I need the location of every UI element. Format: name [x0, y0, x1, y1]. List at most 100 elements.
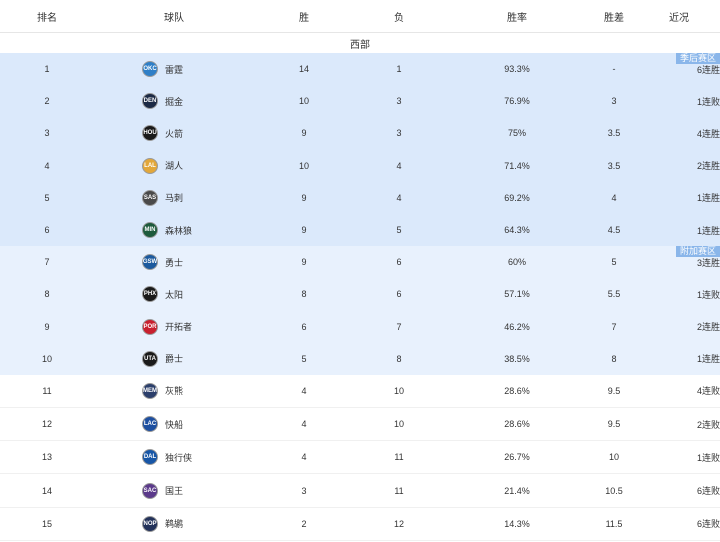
streak-cell: 6连败 — [696, 519, 720, 530]
win-pct-cell: 26.7% — [504, 452, 530, 463]
team-cell[interactable]: POR 开拓者 — [94, 318, 254, 335]
table-row[interactable]: 3 HOU 火箭 9 3 75% 3.5 4连胜 — [0, 117, 720, 150]
losses-cell: 12 — [393, 518, 404, 529]
team-name: 独行侠 — [165, 452, 193, 463]
rank-cell: 15 — [41, 518, 52, 529]
team-logo-icon: OKC — [142, 61, 158, 78]
losses-cell: 6 — [396, 257, 402, 268]
header-win-pct: 胜率 — [507, 12, 527, 24]
win-pct-cell: 21.4% — [504, 485, 530, 496]
wins-cell: 9 — [301, 192, 307, 203]
table-row[interactable]: 9 POR 开拓者 6 7 46.2% 7 2连胜 — [0, 310, 720, 343]
team-logo-icon: SAC — [142, 482, 158, 499]
table-row[interactable]: 10 UTA 爵士 5 8 38.5% 8 1连胜 — [0, 342, 720, 375]
team-name: 湖人 — [165, 161, 184, 172]
team-cell[interactable]: DEN 掘金 — [94, 93, 254, 110]
team-name: 勇士 — [165, 257, 184, 268]
losses-cell: 11 — [394, 452, 404, 463]
team-logo-icon: DAL — [142, 449, 158, 466]
win-pct-cell: 75% — [507, 128, 526, 139]
header-streak: 近况 — [669, 12, 689, 24]
table-row[interactable]: 12 LAC 快船 4 10 28.6% 9.5 2连败 — [0, 408, 720, 442]
losses-cell: 3 — [396, 96, 402, 107]
games-behind-cell: 4.5 — [607, 225, 621, 236]
table-row[interactable]: 8 PHX 太阳 8 6 57.1% 5.5 1连败 — [0, 278, 720, 311]
table-row[interactable]: 13 DAL 独行侠 4 11 26.7% 10 1连败 — [0, 441, 720, 475]
team-name: 国王 — [165, 486, 184, 497]
wins-cell: 10 — [298, 96, 309, 107]
header-rank: 排名 — [37, 12, 57, 24]
header-wins: 胜 — [299, 12, 309, 24]
streak-cell: 3连胜 — [696, 257, 720, 268]
table-row[interactable]: 15 NOP 鹈鹕 2 12 14.3% 11.5 6连败 — [0, 507, 720, 541]
table-row[interactable]: 4 LAL 湖人 10 4 71.4% 3.5 2连胜 — [0, 149, 720, 182]
table-row[interactable]: 6 MIN 森林狼 9 5 64.3% 4.5 1连胜 — [0, 213, 720, 247]
team-cell[interactable]: PHX 太阳 — [94, 286, 254, 303]
losses-cell: 10 — [393, 385, 404, 396]
streak-cell: 1连败 — [696, 96, 720, 107]
games-behind-cell: 5 — [611, 257, 617, 268]
team-cell[interactable]: NOP 鹈鹕 — [94, 515, 254, 532]
streak-cell: 1连败 — [696, 452, 720, 463]
win-pct-cell: 71.4% — [504, 160, 530, 171]
playoff-zone-tag: 季后赛区 — [675, 53, 720, 64]
streak-cell: 2连败 — [696, 419, 720, 430]
games-behind-cell: 11.5 — [605, 518, 623, 529]
team-cell[interactable]: LAL 湖人 — [94, 157, 254, 174]
rank-cell: 1 — [44, 64, 50, 75]
streak-cell: 1连胜 — [696, 354, 720, 365]
team-cell[interactable]: UTA 爵士 — [94, 350, 254, 367]
team-name: 火箭 — [165, 128, 184, 139]
team-cell[interactable]: OKC 雷霆 — [94, 61, 254, 78]
table-row[interactable]: 2 DEN 掘金 10 3 76.9% 3 1连败 — [0, 85, 720, 118]
win-pct-cell: 46.2% — [504, 321, 530, 332]
team-cell[interactable]: SAC 国王 — [94, 482, 254, 499]
conference-label: 西部 — [0, 33, 720, 53]
table-row[interactable]: 11 MEM 灰熊 4 10 28.6% 9.5 4连败 — [0, 374, 720, 409]
games-behind-cell: 8 — [611, 353, 617, 364]
table-row[interactable]: 5 SAS 马刺 9 4 69.2% 4 1连胜 — [0, 181, 720, 214]
table-row[interactable]: 1 OKC 雷霆 14 1 93.3% - 6连胜 季后赛区 — [0, 53, 720, 86]
rank-cell: 6 — [44, 225, 50, 236]
team-cell[interactable]: MEM 灰熊 — [94, 382, 254, 399]
streak-cell: 1连败 — [696, 289, 720, 300]
losses-cell: 6 — [396, 289, 402, 300]
team-logo-icon: NOP — [142, 515, 158, 532]
team-name: 开拓者 — [165, 322, 193, 333]
team-logo-icon: SAS — [142, 189, 158, 206]
win-pct-cell: 69.2% — [504, 192, 530, 203]
streak-cell: 2连胜 — [696, 161, 720, 172]
rank-cell: 12 — [41, 419, 52, 430]
win-pct-cell: 57.1% — [504, 289, 530, 300]
header-games-behind: 胜差 — [604, 12, 624, 24]
losses-cell: 7 — [396, 321, 402, 332]
team-cell[interactable]: DAL 独行侠 — [94, 449, 254, 466]
team-cell[interactable]: SAS 马刺 — [94, 189, 254, 206]
wins-cell: 8 — [301, 289, 307, 300]
team-logo-icon: HOU — [142, 125, 158, 142]
table-row[interactable]: 7 GSW 勇士 9 6 60% 5 3连胜 附加赛区 — [0, 246, 720, 279]
rank-cell: 7 — [44, 257, 50, 268]
games-behind-cell: 10 — [608, 452, 619, 463]
team-cell[interactable]: HOU 火箭 — [94, 125, 254, 142]
team-cell[interactable]: MIN 森林狼 — [94, 222, 254, 239]
rank-cell: 13 — [41, 452, 52, 463]
playin-zone-tag: 附加赛区 — [675, 246, 720, 258]
streak-cell: 1连胜 — [696, 225, 720, 236]
losses-cell: 5 — [396, 225, 402, 236]
header-losses: 负 — [394, 12, 404, 24]
team-name: 快船 — [165, 419, 184, 430]
team-cell[interactable]: GSW 勇士 — [94, 254, 254, 271]
team-logo-icon: UTA — [142, 350, 158, 367]
rank-cell: 14 — [41, 485, 52, 496]
table-row[interactable]: 14 SAC 国王 3 11 21.4% 10.5 6连败 — [0, 474, 720, 508]
wins-cell: 10 — [298, 160, 309, 171]
rank-cell: 5 — [44, 192, 50, 203]
rank-cell: 8 — [44, 289, 50, 300]
header-team: 球队 — [164, 12, 184, 24]
rank-cell: 2 — [44, 96, 50, 107]
team-cell[interactable]: LAC 快船 — [94, 416, 254, 433]
losses-cell: 10 — [393, 419, 404, 430]
team-name: 马刺 — [165, 193, 184, 204]
losses-cell: 3 — [396, 128, 402, 139]
